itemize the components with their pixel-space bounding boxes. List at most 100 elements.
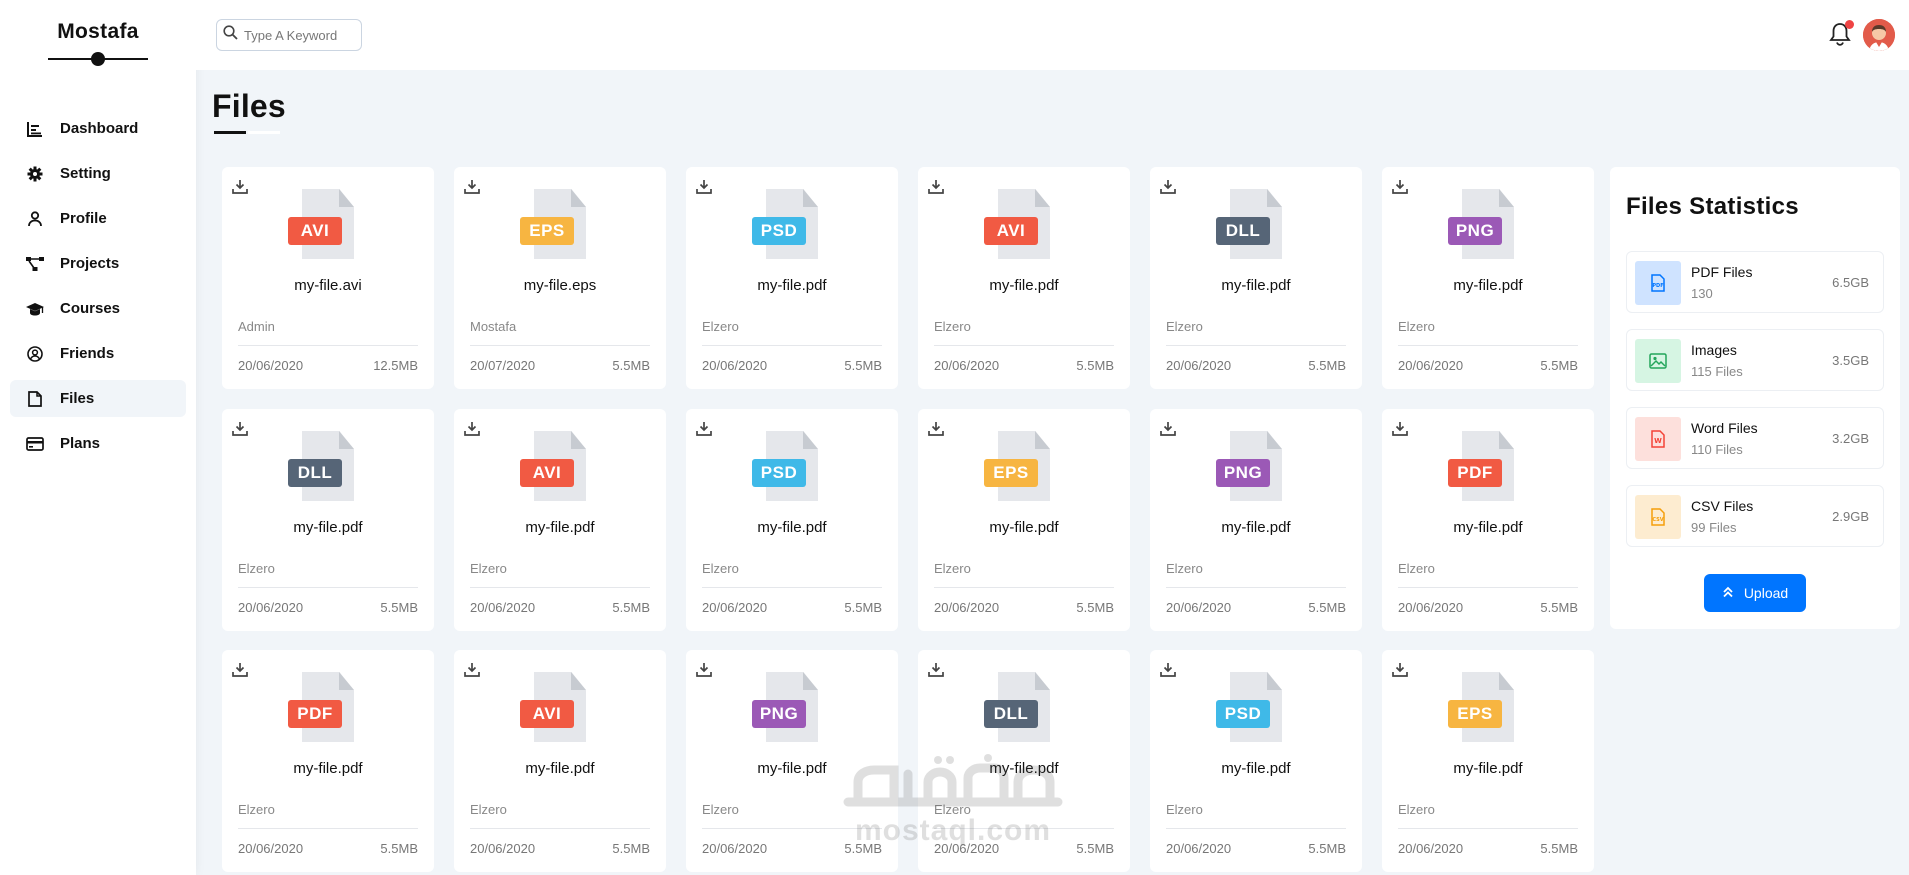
- file-card[interactable]: PSD my-file.pdf Elzero 20/06/2020 5.5MB: [686, 167, 898, 389]
- file-date: 20/06/2020: [1166, 358, 1232, 373]
- card-divider: [238, 587, 418, 588]
- notification-button[interactable]: [1829, 20, 1854, 48]
- file-card[interactable]: PDF my-file.pdf Elzero 20/06/2020 5.5MB: [1382, 409, 1594, 631]
- download-icon[interactable]: [464, 421, 480, 437]
- download-icon[interactable]: [696, 662, 712, 678]
- file-card[interactable]: AVI my-file.pdf Elzero 20/06/2020 5.5MB: [918, 167, 1130, 389]
- card-divider: [1166, 345, 1346, 346]
- file-owner: Elzero: [934, 802, 971, 817]
- download-icon[interactable]: [1160, 662, 1176, 678]
- file-card[interactable]: PSD my-file.pdf Elzero 20/06/2020 5.5MB: [686, 409, 898, 631]
- sidebar-item-files[interactable]: Files: [10, 380, 186, 417]
- download-icon[interactable]: [464, 662, 480, 678]
- upload-button[interactable]: Upload: [1704, 574, 1806, 612]
- sidebar-item-projects[interactable]: Projects: [10, 245, 186, 282]
- sidebar-item-label: Projects: [60, 255, 120, 272]
- diagram-icon: [26, 255, 44, 273]
- file-name: my-file.pdf: [989, 760, 1059, 777]
- file-size: 5.5MB: [1308, 358, 1346, 373]
- file-card[interactable]: AVI my-file.avi Admin 20/06/2020 12.5MB: [222, 167, 434, 389]
- search-box[interactable]: [216, 19, 362, 51]
- sidebar-item-friends[interactable]: Friends: [10, 335, 186, 372]
- stat-csv-files[interactable]: CSV CSV Files 99 Files 2.9GB: [1626, 485, 1884, 547]
- svg-text:CSV: CSV: [1652, 517, 1663, 523]
- sidebar-nav: Dashboard Setting Profile Projects Cours…: [0, 110, 196, 462]
- card-divider: [1398, 345, 1578, 346]
- file-date: 20/06/2020: [1166, 841, 1232, 856]
- download-icon[interactable]: [1392, 421, 1408, 437]
- sidebar: Mostafa Dashboard Setting Profile Projec…: [0, 0, 196, 875]
- title-underline: [214, 131, 280, 134]
- file-card[interactable]: PSD my-file.pdf Elzero 20/06/2020 5.5MB: [1150, 650, 1362, 872]
- gear-icon: [26, 165, 44, 183]
- file-card[interactable]: DLL my-file.pdf Elzero 20/06/2020 5.5MB: [1150, 167, 1362, 389]
- card-divider: [470, 828, 650, 829]
- download-icon[interactable]: [1392, 662, 1408, 678]
- file-card[interactable]: EPS my-file.pdf Elzero 20/06/2020 5.5MB: [918, 409, 1130, 631]
- csv-file-icon: CSV: [1635, 495, 1681, 539]
- credit-card-icon: [26, 435, 44, 453]
- download-icon[interactable]: [928, 421, 944, 437]
- file-name: my-file.pdf: [757, 760, 827, 777]
- file-type-icon: PSD: [752, 189, 832, 259]
- file-card[interactable]: EPS my-file.eps Mostafa 20/07/2020 5.5MB: [454, 167, 666, 389]
- stat-images[interactable]: Images 115 Files 3.5GB: [1626, 329, 1884, 391]
- file-card[interactable]: EPS my-file.pdf Elzero 20/06/2020 5.5MB: [1382, 650, 1594, 872]
- file-card[interactable]: PNG my-file.pdf Elzero 20/06/2020 5.5MB: [1382, 167, 1594, 389]
- card-divider: [702, 828, 882, 829]
- file-card[interactable]: AVI my-file.pdf Elzero 20/06/2020 5.5MB: [454, 409, 666, 631]
- download-icon[interactable]: [464, 179, 480, 195]
- file-type-tag: DLL: [984, 700, 1038, 728]
- download-icon[interactable]: [1392, 179, 1408, 195]
- sidebar-item-courses[interactable]: Courses: [10, 290, 186, 327]
- file-card[interactable]: DLL my-file.pdf Elzero 20/06/2020 5.5MB: [918, 650, 1130, 872]
- download-icon[interactable]: [232, 421, 248, 437]
- file-type-icon: PDF: [1448, 431, 1528, 501]
- file-name: my-file.pdf: [293, 760, 363, 777]
- file-card[interactable]: PDF my-file.pdf Elzero 20/06/2020 5.5MB: [222, 650, 434, 872]
- card-divider: [1398, 828, 1578, 829]
- file-name: my-file.pdf: [525, 760, 595, 777]
- file-owner: Mostafa: [470, 319, 517, 334]
- svg-text:W: W: [1654, 437, 1662, 445]
- file-owner: Elzero: [1398, 319, 1435, 334]
- file-date: 20/06/2020: [238, 841, 304, 856]
- file-name: my-file.pdf: [525, 519, 595, 536]
- file-date: 20/06/2020: [702, 358, 768, 373]
- file-type-icon: AVI: [288, 189, 368, 259]
- file-card[interactable]: DLL my-file.pdf Elzero 20/06/2020 5.5MB: [222, 409, 434, 631]
- stat-word-files[interactable]: W Word Files 110 Files 3.2GB: [1626, 407, 1884, 469]
- download-icon[interactable]: [928, 662, 944, 678]
- user-circle-icon: [26, 345, 44, 363]
- file-owner: Elzero: [470, 802, 507, 817]
- file-size: 12.5MB: [373, 358, 418, 373]
- avatar[interactable]: [1863, 19, 1895, 51]
- file-owner: Elzero: [702, 319, 739, 334]
- stat-pdf-files[interactable]: PDF PDF Files 130 6.5GB: [1626, 251, 1884, 313]
- file-size: 5.5MB: [1540, 841, 1578, 856]
- file-name: my-file.pdf: [757, 277, 827, 294]
- file-card[interactable]: AVI my-file.pdf Elzero 20/06/2020 5.5MB: [454, 650, 666, 872]
- sidebar-item-profile[interactable]: Profile: [10, 200, 186, 237]
- file-owner: Elzero: [238, 802, 275, 817]
- file-card[interactable]: PNG my-file.pdf Elzero 20/06/2020 5.5MB: [1150, 409, 1362, 631]
- download-icon[interactable]: [928, 179, 944, 195]
- download-icon[interactable]: [232, 179, 248, 195]
- sidebar-item-dashboard[interactable]: Dashboard: [10, 110, 186, 147]
- sidebar-item-setting[interactable]: Setting: [10, 155, 186, 192]
- file-card[interactable]: PNG my-file.pdf Elzero 20/06/2020 5.5MB: [686, 650, 898, 872]
- download-icon[interactable]: [696, 179, 712, 195]
- file-type-icon: AVI: [520, 672, 600, 742]
- file-date: 20/06/2020: [702, 841, 768, 856]
- file-type-tag: EPS: [520, 217, 574, 245]
- sidebar-item-plans[interactable]: Plans: [10, 425, 186, 462]
- card-divider: [702, 587, 882, 588]
- word-file-icon: W: [1635, 417, 1681, 461]
- file-date: 20/06/2020: [1398, 841, 1464, 856]
- download-icon[interactable]: [1160, 179, 1176, 195]
- search-input[interactable]: [244, 27, 354, 43]
- file-owner: Elzero: [934, 319, 971, 334]
- download-icon[interactable]: [696, 421, 712, 437]
- download-icon[interactable]: [232, 662, 248, 678]
- download-icon[interactable]: [1160, 421, 1176, 437]
